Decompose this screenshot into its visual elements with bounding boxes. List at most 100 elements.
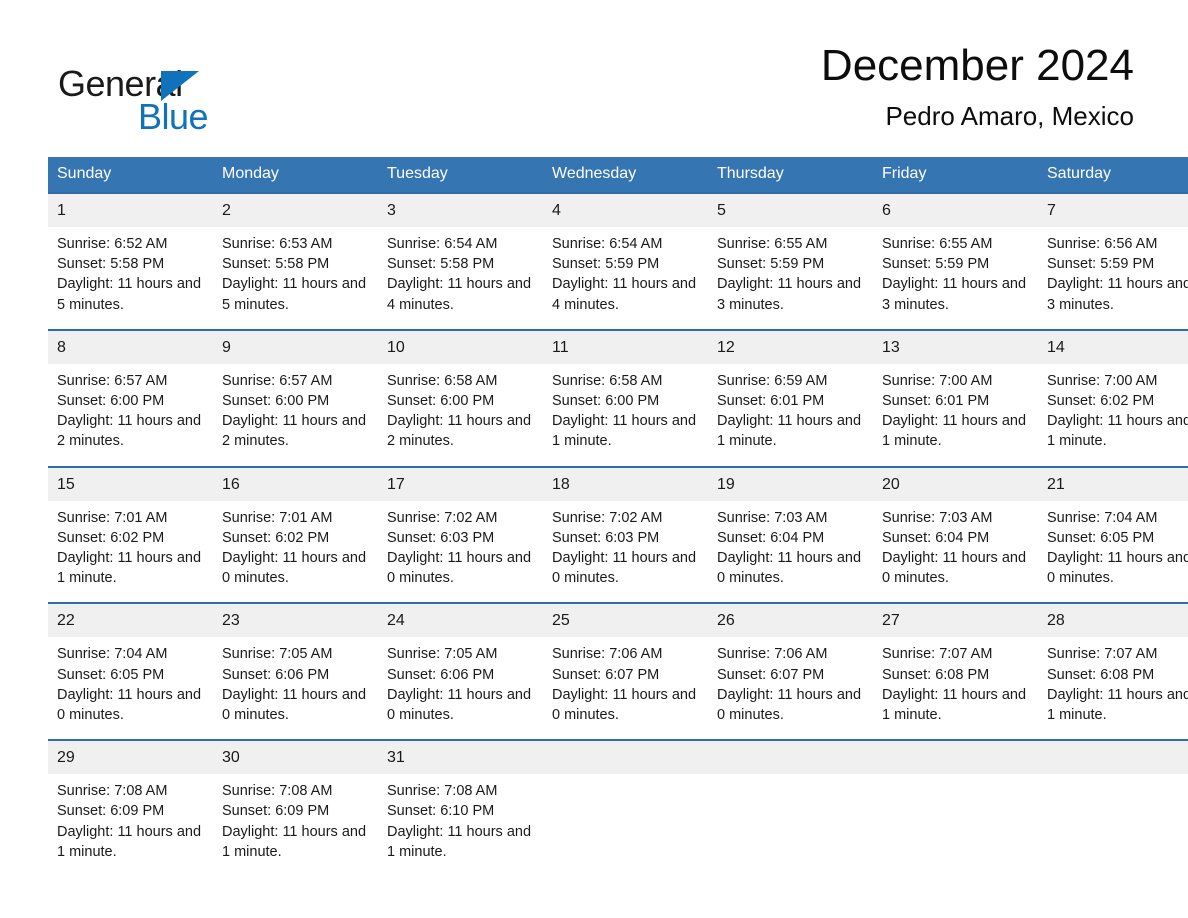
daylight-text: Daylight: 11 hours and 0 minutes. — [717, 686, 862, 724]
sunrise-text: Sunrise: 7:05 AM — [222, 646, 333, 663]
calendar-day-cell[interactable]: 13 Sunrise: 7:00 AM Sunset: 6:01 PM Dayligh… — [873, 328, 1038, 467]
calendar-day-cell[interactable]: 12 Sunrise: 6:59 AM Sunset: 6:01 PM Dayligh… — [708, 328, 873, 467]
day-details: Sunrise: 7:07 AM Sunset: 6:08 PM Daylight:… — [1038, 637, 1188, 739]
daylight-text: Daylight: 11 hours and 1 minute. — [1047, 413, 1188, 450]
sunset-text: Sunset: 5:59 PM — [717, 256, 825, 273]
sunset-text: Sunset: 6:01 PM — [882, 393, 990, 410]
day-number: 18 — [543, 467, 708, 501]
sunrise-text: Sunrise: 7:00 AM — [882, 372, 993, 389]
calendar-day-cell[interactable]: 11 Sunrise: 6:58 AM Sunset: 6:00 PM Dayligh… — [543, 328, 708, 467]
calendar-day-cell[interactable]: 17 Sunrise: 7:02 AM Sunset: 6:03 PM Dayligh… — [378, 465, 543, 604]
calendar-day-cell[interactable]: 14 Sunrise: 7:00 AM Sunset: 6:02 PM Dayligh… — [1038, 328, 1188, 467]
calendar-day-cell-empty — [543, 739, 708, 877]
sunset-text: Sunset: 6:07 PM — [717, 666, 825, 683]
day-number: 12 — [708, 330, 873, 364]
calendar-day-cell[interactable]: 22 Sunrise: 7:04 AM Sunset: 6:05 PM Dayligh… — [48, 602, 213, 741]
sunrise-text: Sunrise: 7:07 AM — [1047, 646, 1158, 663]
day-details: Sunrise: 6:57 AM Sunset: 6:00 PM Daylight:… — [48, 364, 213, 466]
calendar-day-cell[interactable]: 28 Sunrise: 7:07 AM Sunset: 6:08 PM Dayligh… — [1038, 602, 1188, 741]
day-details — [543, 774, 708, 868]
day-details: Sunrise: 7:03 AM Sunset: 6:04 PM Daylight:… — [708, 501, 873, 603]
calendar-day-cell[interactable]: 6 Sunrise: 6:55 AM Sunset: 5:59 PM Daylight… — [873, 192, 1038, 330]
calendar-day-cell[interactable]: 21 Sunrise: 7:04 AM Sunset: 6:05 PM Dayligh… — [1038, 465, 1188, 604]
sunrise-text: Sunrise: 7:08 AM — [57, 783, 168, 800]
calendar-day-cell[interactable]: 25 Sunrise: 7:06 AM Sunset: 6:07 PM Dayligh… — [543, 602, 708, 741]
title-block: December 2024 Pedro Amaro, Mexico — [821, 40, 1134, 132]
sunrise-text: Sunrise: 6:52 AM — [57, 236, 168, 252]
day-number: 10 — [378, 330, 543, 364]
sunrise-text: Sunrise: 7:08 AM — [222, 783, 333, 800]
sunrise-text: Sunrise: 6:57 AM — [57, 372, 168, 389]
day-details: Sunrise: 7:05 AM Sunset: 6:06 PM Daylight:… — [213, 637, 378, 739]
calendar-day-cell[interactable]: 26 Sunrise: 7:06 AM Sunset: 6:07 PM Dayligh… — [708, 602, 873, 741]
day-details: Sunrise: 7:00 AM Sunset: 6:02 PM Daylight:… — [1038, 364, 1188, 466]
weekday-header-friday: Friday — [873, 157, 1038, 193]
day-number: 24 — [378, 604, 543, 638]
day-number: 23 — [213, 604, 378, 638]
sunset-text: Sunset: 6:05 PM — [1047, 529, 1155, 546]
calendar-week-row: 1 Sunrise: 6:52 AM Sunset: 5:58 PM Daylight… — [48, 192, 1188, 330]
daylight-text: Daylight: 11 hours and 0 minutes. — [222, 686, 367, 724]
calendar-day-cell[interactable]: 5 Sunrise: 6:55 AM Sunset: 5:59 PM Daylight… — [708, 192, 873, 330]
day-number: 13 — [873, 330, 1038, 364]
day-number: 2 — [213, 194, 378, 227]
day-number: 5 — [708, 194, 873, 227]
day-number: 20 — [873, 467, 1038, 501]
day-details: Sunrise: 7:08 AM Sunset: 6:10 PM Daylight:… — [378, 774, 543, 876]
day-details: Sunrise: 7:05 AM Sunset: 6:06 PM Daylight:… — [378, 637, 543, 739]
day-number — [708, 741, 873, 775]
daylight-text: Daylight: 11 hours and 4 minutes. — [552, 276, 697, 313]
calendar-day-cell[interactable]: 1 Sunrise: 6:52 AM Sunset: 5:58 PM Daylight… — [48, 192, 213, 330]
calendar-week-row: 15 Sunrise: 7:01 AM Sunset: 6:02 PM Dayligh… — [48, 465, 1188, 604]
calendar-day-cell[interactable]: 15 Sunrise: 7:01 AM Sunset: 6:02 PM Dayligh… — [48, 465, 213, 604]
sunrise-text: Sunrise: 7:02 AM — [387, 509, 498, 526]
day-details: Sunrise: 7:07 AM Sunset: 6:08 PM Daylight:… — [873, 637, 1038, 739]
daylight-text: Daylight: 11 hours and 5 minutes. — [222, 276, 367, 313]
calendar-day-cell[interactable]: 10 Sunrise: 6:58 AM Sunset: 6:00 PM Dayligh… — [378, 328, 543, 467]
calendar-day-cell[interactable]: 29 Sunrise: 7:08 AM Sunset: 6:09 PM Dayligh… — [48, 739, 213, 877]
calendar-week-row: 29 Sunrise: 7:08 AM Sunset: 6:09 PM Dayligh… — [48, 739, 1188, 877]
calendar-day-cell[interactable]: 7 Sunrise: 6:56 AM Sunset: 5:59 PM Daylight… — [1038, 192, 1188, 330]
sunrise-text: Sunrise: 7:03 AM — [717, 509, 828, 526]
day-number: 21 — [1038, 467, 1188, 501]
day-number: 15 — [48, 467, 213, 501]
calendar-day-cell[interactable]: 3 Sunrise: 6:54 AM Sunset: 5:58 PM Daylight… — [378, 192, 543, 330]
calendar-day-cell[interactable]: 23 Sunrise: 7:05 AM Sunset: 6:06 PM Dayligh… — [213, 602, 378, 741]
calendar-grid: Sunday Monday Tuesday Wednesday Thursday Frid… — [48, 157, 1188, 877]
sunrise-text: Sunrise: 6:53 AM — [222, 236, 333, 252]
logo-text-blue: Blue — [138, 96, 209, 137]
sunrise-text: Sunrise: 7:00 AM — [1047, 372, 1158, 389]
day-details: Sunrise: 7:04 AM Sunset: 6:05 PM Daylight:… — [48, 637, 213, 739]
daylight-text: Daylight: 11 hours and 1 minute. — [1047, 686, 1188, 724]
calendar-day-cell[interactable]: 16 Sunrise: 7:01 AM Sunset: 6:02 PM Dayligh… — [213, 465, 378, 604]
calendar-day-cell[interactable]: 9 Sunrise: 6:57 AM Sunset: 6:00 PM Daylight… — [213, 328, 378, 467]
calendar-day-cell[interactable]: 19 Sunrise: 7:03 AM Sunset: 6:04 PM Dayligh… — [708, 465, 873, 604]
sunrise-text: Sunrise: 6:57 AM — [222, 372, 333, 389]
calendar-day-cell[interactable]: 30 Sunrise: 7:08 AM Sunset: 6:09 PM Dayligh… — [213, 739, 378, 877]
calendar-day-cell[interactable]: 27 Sunrise: 7:07 AM Sunset: 6:08 PM Dayligh… — [873, 602, 1038, 741]
sunrise-text: Sunrise: 7:01 AM — [222, 509, 333, 526]
sunset-text: Sunset: 6:02 PM — [1047, 393, 1155, 410]
daylight-text: Daylight: 11 hours and 0 minutes. — [552, 686, 697, 724]
calendar-header-row: Sunday Monday Tuesday Wednesday Thursday Frid… — [48, 157, 1188, 193]
sunset-text: Sunset: 6:09 PM — [222, 803, 330, 820]
daylight-text: Daylight: 11 hours and 1 minute. — [882, 413, 1027, 450]
day-number — [543, 741, 708, 775]
sunset-text: Sunset: 6:00 PM — [552, 393, 660, 410]
sunset-text: Sunset: 6:08 PM — [882, 666, 990, 683]
calendar-day-cell[interactable]: 20 Sunrise: 7:03 AM Sunset: 6:04 PM Dayligh… — [873, 465, 1038, 604]
day-details: Sunrise: 6:55 AM Sunset: 5:59 PM Daylight:… — [873, 227, 1038, 329]
sunrise-text: Sunrise: 7:03 AM — [882, 509, 993, 526]
calendar-day-cell[interactable]: 18 Sunrise: 7:02 AM Sunset: 6:03 PM Dayligh… — [543, 465, 708, 604]
calendar-day-cell[interactable]: 8 Sunrise: 6:57 AM Sunset: 6:00 PM Daylight… — [48, 328, 213, 467]
day-details: Sunrise: 7:06 AM Sunset: 6:07 PM Daylight:… — [708, 637, 873, 739]
day-details: Sunrise: 6:57 AM Sunset: 6:00 PM Daylight:… — [213, 364, 378, 466]
calendar-day-cell[interactable]: 2 Sunrise: 6:53 AM Sunset: 5:58 PM Daylight… — [213, 192, 378, 330]
day-details: Sunrise: 6:59 AM Sunset: 6:01 PM Daylight:… — [708, 364, 873, 466]
day-details: Sunrise: 6:52 AM Sunset: 5:58 PM Daylight:… — [48, 227, 213, 329]
calendar-day-cell[interactable]: 4 Sunrise: 6:54 AM Sunset: 5:59 PM Daylight… — [543, 192, 708, 330]
sunset-text: Sunset: 6:03 PM — [552, 529, 660, 546]
calendar-day-cell[interactable]: 31 Sunrise: 7:08 AM Sunset: 6:10 PM Dayligh… — [378, 739, 543, 877]
sunset-text: Sunset: 6:05 PM — [57, 666, 165, 683]
calendar-day-cell[interactable]: 24 Sunrise: 7:05 AM Sunset: 6:06 PM Dayligh… — [378, 602, 543, 741]
